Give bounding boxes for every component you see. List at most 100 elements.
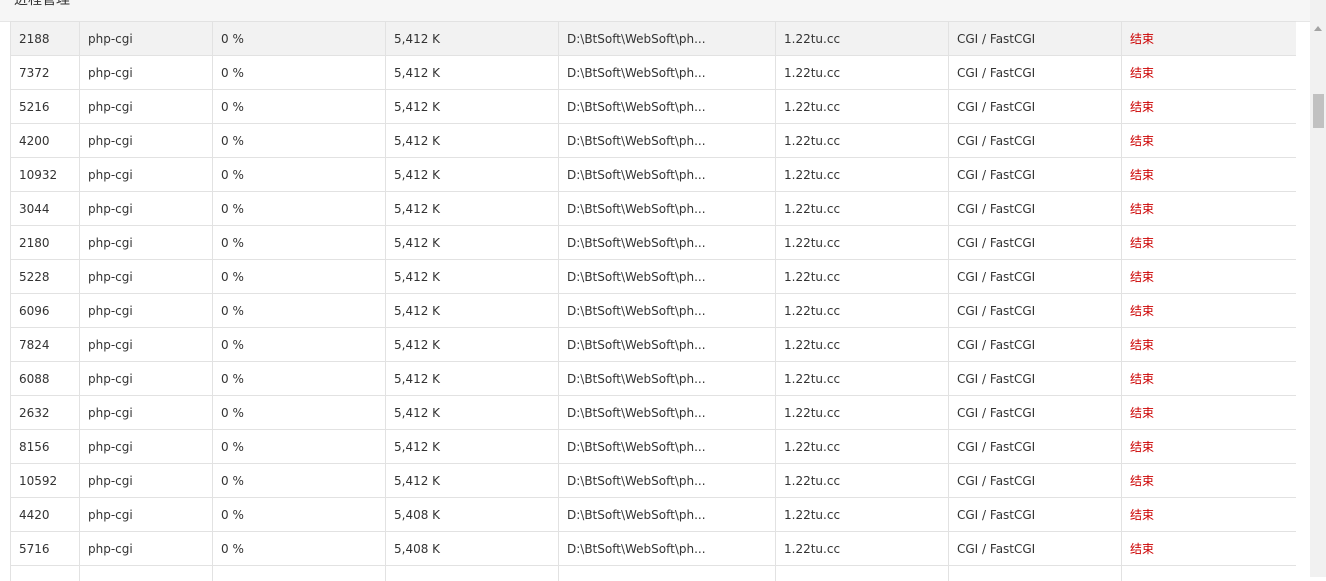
cpu-cell: 0 % bbox=[213, 158, 386, 192]
memory-cell: 5,412 K bbox=[386, 260, 559, 294]
cpu-cell: 0 % bbox=[213, 294, 386, 328]
process-name-cell: php-cgi bbox=[80, 22, 213, 56]
path-cell: D:\BtSoft\WebSoft\ph... bbox=[559, 362, 776, 396]
type-cell: CGI / FastCGI bbox=[949, 430, 1122, 464]
site-cell: 1.22tu.cc bbox=[776, 328, 949, 362]
scrollbar-thumb[interactable] bbox=[1313, 94, 1324, 128]
table-row: 5216php-cgi0 %5,412 KD:\BtSoft\WebSoft\p… bbox=[11, 90, 1297, 124]
memory-cell: 5,412 K bbox=[386, 158, 559, 192]
process-name-cell: php-cgi bbox=[80, 226, 213, 260]
site-cell: 1.22tu.cc bbox=[776, 22, 949, 56]
type-cell: CGI / FastCGI bbox=[949, 124, 1122, 158]
path-cell: D:\BtSoft\WebSoft\ph... bbox=[559, 90, 776, 124]
kill-process-button[interactable]: 结束 bbox=[1130, 406, 1154, 420]
panel-header: 进程管理 bbox=[0, 0, 1310, 22]
site-cell bbox=[776, 566, 949, 581]
table-row: 6096php-cgi0 %5,412 KD:\BtSoft\WebSoft\p… bbox=[11, 294, 1297, 328]
type-cell: CGI / FastCGI bbox=[949, 90, 1122, 124]
cpu-cell: 0 % bbox=[213, 90, 386, 124]
type-cell: CGI / FastCGI bbox=[949, 362, 1122, 396]
path-cell: D:\BtSoft\WebSoft\ph... bbox=[559, 532, 776, 566]
cpu-cell: 0 % bbox=[213, 362, 386, 396]
type-cell: CGI / FastCGI bbox=[949, 192, 1122, 226]
type-cell: CGI / FastCGI bbox=[949, 294, 1122, 328]
table-row: 10592php-cgi0 %5,412 KD:\BtSoft\WebSoft\… bbox=[11, 464, 1297, 498]
cpu-cell: 0 % bbox=[213, 226, 386, 260]
site-cell: 1.22tu.cc bbox=[776, 498, 949, 532]
kill-process-button[interactable]: 结束 bbox=[1130, 32, 1154, 46]
process-name-cell: php-cgi bbox=[80, 396, 213, 430]
kill-process-button[interactable]: 结束 bbox=[1130, 440, 1154, 454]
pid-cell: 3044 bbox=[11, 192, 80, 226]
kill-process-button[interactable]: 结束 bbox=[1130, 508, 1154, 522]
path-cell: D:\BtSoft\WebSoft\ph... bbox=[559, 396, 776, 430]
type-cell: CGI / FastCGI bbox=[949, 498, 1122, 532]
path-cell: D:\BtSoft\WebSoft\ph... bbox=[559, 498, 776, 532]
process-name-cell: php-cgi bbox=[80, 328, 213, 362]
kill-process-cell: 结束 bbox=[1122, 90, 1297, 124]
pid-cell: 5228 bbox=[11, 260, 80, 294]
memory-cell: 5,412 K bbox=[386, 22, 559, 56]
table-row: 4420php-cgi0 %5,408 KD:\BtSoft\WebSoft\p… bbox=[11, 498, 1297, 532]
kill-process-cell: 结束 bbox=[1122, 22, 1297, 56]
site-cell: 1.22tu.cc bbox=[776, 56, 949, 90]
site-cell: 1.22tu.cc bbox=[776, 124, 949, 158]
site-cell: 1.22tu.cc bbox=[776, 294, 949, 328]
type-cell: CGI / FastCGI bbox=[949, 396, 1122, 430]
memory-cell: 5,412 K bbox=[386, 192, 559, 226]
kill-process-button[interactable]: 结束 bbox=[1130, 134, 1154, 148]
kill-process-button[interactable]: 结束 bbox=[1130, 270, 1154, 284]
type-cell: CGI / FastCGI bbox=[949, 532, 1122, 566]
type-cell: CGI / FastCGI bbox=[949, 56, 1122, 90]
memory-cell: 5,408 K bbox=[386, 498, 559, 532]
cpu-cell: 0 % bbox=[213, 396, 386, 430]
kill-process-cell: 结束 bbox=[1122, 328, 1297, 362]
kill-process-button[interactable]: 结束 bbox=[1130, 474, 1154, 488]
site-cell: 1.22tu.cc bbox=[776, 362, 949, 396]
table-row: 5716php-cgi0 %5,408 KD:\BtSoft\WebSoft\p… bbox=[11, 532, 1297, 566]
pid-cell: 6096 bbox=[11, 294, 80, 328]
cpu-cell: 0 % bbox=[213, 464, 386, 498]
kill-process-button[interactable]: 结束 bbox=[1130, 100, 1154, 114]
pid-cell: 2188 bbox=[11, 22, 80, 56]
path-cell: D:\BtSoft\WebSoft\ph... bbox=[559, 22, 776, 56]
path-cell: D:\BtSoft\WebSoft\ph... bbox=[559, 226, 776, 260]
vertical-scrollbar[interactable] bbox=[1310, 0, 1326, 577]
cpu-cell: 0 % bbox=[213, 124, 386, 158]
kill-process-button[interactable]: 结束 bbox=[1130, 338, 1154, 352]
site-cell: 1.22tu.cc bbox=[776, 396, 949, 430]
kill-process-cell: 结束 bbox=[1122, 158, 1297, 192]
kill-process-cell: 结束 bbox=[1122, 362, 1297, 396]
kill-process-button[interactable]: 结束 bbox=[1130, 236, 1154, 250]
path-cell: D:\BtSoft\WebSoft\ph... bbox=[559, 328, 776, 362]
process-name-cell: php-cgi bbox=[80, 124, 213, 158]
kill-process-cell bbox=[1122, 566, 1297, 581]
process-name-cell: php-cgi bbox=[80, 260, 213, 294]
kill-process-button[interactable]: 结束 bbox=[1130, 202, 1154, 216]
table-row: 7372php-cgi0 %5,412 KD:\BtSoft\WebSoft\p… bbox=[11, 56, 1297, 90]
table-row bbox=[11, 566, 1297, 581]
kill-process-cell: 结束 bbox=[1122, 430, 1297, 464]
type-cell: CGI / FastCGI bbox=[949, 328, 1122, 362]
kill-process-button[interactable]: 结束 bbox=[1130, 372, 1154, 386]
scroll-up-arrow-icon[interactable] bbox=[1314, 26, 1322, 31]
type-cell: CGI / FastCGI bbox=[949, 464, 1122, 498]
kill-process-button[interactable]: 结束 bbox=[1130, 168, 1154, 182]
kill-process-button[interactable]: 结束 bbox=[1130, 304, 1154, 318]
table-row: 2632php-cgi0 %5,412 KD:\BtSoft\WebSoft\p… bbox=[11, 396, 1297, 430]
pid-cell bbox=[11, 566, 80, 581]
type-cell: CGI / FastCGI bbox=[949, 226, 1122, 260]
path-cell: D:\BtSoft\WebSoft\ph... bbox=[559, 430, 776, 464]
table-row: 3044php-cgi0 %5,412 KD:\BtSoft\WebSoft\p… bbox=[11, 192, 1297, 226]
kill-process-button[interactable]: 结束 bbox=[1130, 66, 1154, 80]
memory-cell: 5,412 K bbox=[386, 294, 559, 328]
site-cell: 1.22tu.cc bbox=[776, 192, 949, 226]
path-cell: D:\BtSoft\WebSoft\ph... bbox=[559, 294, 776, 328]
cpu-cell: 0 % bbox=[213, 532, 386, 566]
kill-process-cell: 结束 bbox=[1122, 56, 1297, 90]
process-name-cell: php-cgi bbox=[80, 90, 213, 124]
pid-cell: 10932 bbox=[11, 158, 80, 192]
kill-process-button[interactable]: 结束 bbox=[1130, 542, 1154, 556]
pid-cell: 5216 bbox=[11, 90, 80, 124]
process-name-cell: php-cgi bbox=[80, 498, 213, 532]
